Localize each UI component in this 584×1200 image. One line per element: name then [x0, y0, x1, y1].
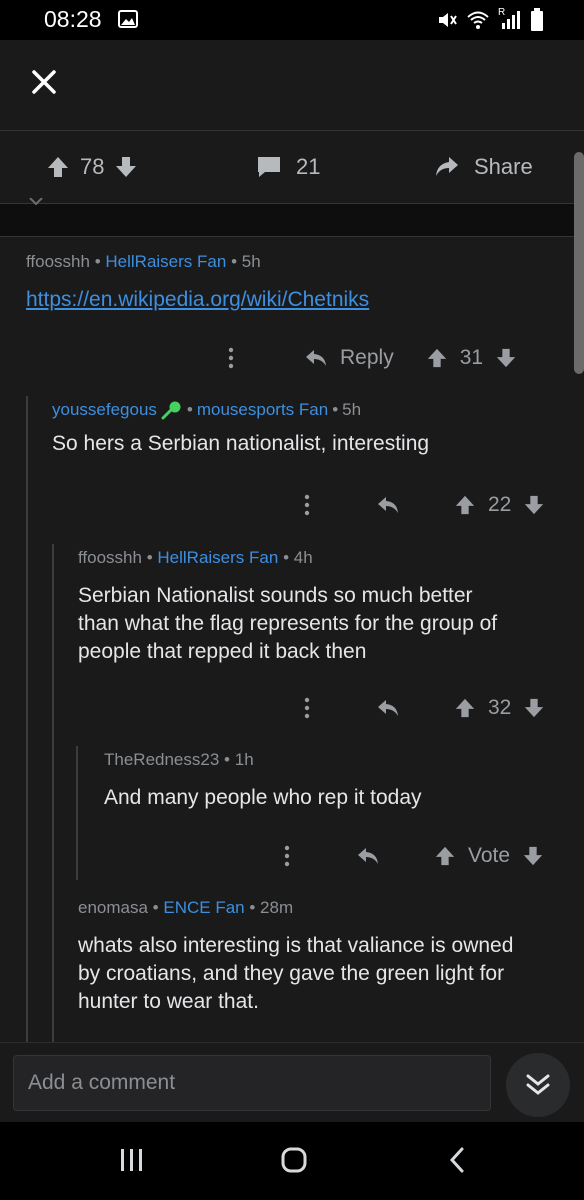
recent-apps-icon[interactable]	[118, 1146, 146, 1174]
home-icon[interactable]	[280, 1146, 308, 1174]
upvote-icon[interactable]	[454, 494, 476, 516]
thread-line-2[interactable]	[52, 544, 54, 1042]
comment-1: ffoosshh • HellRaisers Fan • 5h https://…	[26, 252, 369, 312]
status-time: 08:28	[44, 6, 102, 32]
post-vote-group: 78	[46, 131, 138, 203]
comment-meta: youssefegous • mousesports Fan • 5h	[52, 400, 362, 420]
more-options-icon[interactable]	[304, 697, 324, 719]
signal-label: R	[498, 7, 506, 18]
downvote-icon[interactable]	[523, 494, 545, 516]
post-score: 78	[80, 154, 105, 179]
more-options-icon[interactable]	[284, 845, 304, 867]
comment-author[interactable]: enomasa	[78, 898, 148, 917]
reply-button[interactable]: Reply	[304, 346, 394, 370]
post-action-bar: 78 21 Share	[0, 131, 584, 204]
comment-author[interactable]: ffoosshh	[78, 548, 142, 567]
user-flair: ENCE Fan	[163, 898, 245, 917]
comment-score: 31	[459, 346, 484, 369]
comment-placeholder: Add a comment	[28, 1071, 176, 1094]
comment-age: 1h	[234, 750, 254, 769]
upvote-icon[interactable]	[434, 845, 456, 867]
comment-text: whats also interesting is that valiance …	[78, 934, 514, 1013]
mute-icon	[436, 9, 458, 31]
comment-2-controls: 22	[304, 487, 545, 523]
more-options-icon[interactable]	[228, 347, 248, 369]
comment-age: 28m	[260, 898, 294, 917]
comment-5: enomasa • ENCE Fan • 28m whats also inte…	[78, 898, 513, 1016]
user-flair: HellRaisers Fan	[105, 252, 227, 271]
downvote-icon[interactable]	[523, 697, 545, 719]
close-icon[interactable]	[28, 66, 60, 98]
comment-1-controls: Reply 31	[228, 340, 517, 376]
wifi-icon	[466, 9, 490, 31]
comment-icon	[256, 155, 282, 179]
downvote-icon[interactable]	[495, 347, 517, 369]
thread-line-3[interactable]	[76, 746, 78, 880]
comment-age: 5h	[342, 400, 362, 419]
comment-link[interactable]: https://en.wikipedia.org/wiki/Chetniks	[26, 288, 369, 311]
status-bar: 08:28 R	[0, 0, 584, 40]
collapse-icon	[28, 198, 44, 208]
top-bar	[0, 40, 584, 131]
reply-icon[interactable]	[356, 846, 380, 866]
microphone-icon	[161, 400, 183, 420]
vote-label: Vote	[468, 844, 511, 867]
image-icon	[118, 10, 138, 28]
share-icon	[434, 155, 460, 179]
reply-icon[interactable]	[376, 698, 400, 718]
reply-icon[interactable]	[376, 495, 400, 515]
comment-text: So hers a Serbian nationalist, interesti…	[52, 432, 430, 455]
thread-line-1[interactable]	[26, 396, 28, 1042]
comments-count-button[interactable]: 21	[256, 131, 320, 203]
share-button[interactable]: Share	[434, 131, 533, 203]
comments-count: 21	[296, 154, 321, 179]
system-nav-bar	[0, 1122, 584, 1200]
comment-age: 5h	[241, 252, 261, 271]
back-icon[interactable]	[444, 1146, 472, 1174]
comment-meta: enomasa • ENCE Fan • 28m	[78, 898, 294, 917]
comment-4: TheRedness23 • 1h And many people who re…	[104, 750, 422, 812]
comment-score: 22	[488, 493, 512, 516]
comment-input[interactable]: Add a comment	[13, 1055, 491, 1111]
reply-label: Reply	[340, 346, 394, 369]
share-label: Share	[474, 154, 533, 179]
comment-score: 32	[488, 696, 512, 719]
comment-author[interactable]: ffoosshh	[26, 252, 90, 271]
comment-4-controls: Vote	[284, 838, 544, 874]
signal-icon: R	[498, 7, 522, 31]
comment-age: 4h	[293, 548, 313, 567]
comment-3-controls: 32	[304, 690, 545, 726]
comment-meta: ffoosshh • HellRaisers Fan • 5h	[26, 252, 261, 271]
downvote-icon[interactable]	[114, 155, 138, 179]
reply-icon	[304, 348, 328, 368]
upvote-icon[interactable]	[46, 155, 70, 179]
comment-meta: TheRedness23 • 1h	[104, 750, 254, 769]
more-options-icon[interactable]	[304, 494, 324, 516]
user-flair: mousesports Fan	[196, 400, 329, 419]
comment-author[interactable]: TheRedness23	[104, 750, 219, 769]
comment-text: Serbian Nationalist sounds so much bette…	[78, 584, 498, 663]
double-chevron-down-icon	[525, 1073, 551, 1097]
comment-bar: Add a comment	[0, 1042, 584, 1123]
scrollbar-thumb[interactable]	[574, 152, 584, 374]
user-flair: HellRaisers Fan	[157, 548, 279, 567]
comment-author[interactable]: youssefegous	[52, 400, 157, 420]
comment-3: ffoosshh • HellRaisers Fan • 4h Serbian …	[78, 548, 497, 666]
comment-2: youssefegous • mousesports Fan • 5h So h…	[52, 400, 429, 458]
upvote-icon[interactable]	[426, 347, 448, 369]
downvote-icon[interactable]	[522, 845, 544, 867]
next-comment-button[interactable]	[506, 1053, 570, 1117]
collapsed-divider	[0, 198, 584, 237]
upvote-icon[interactable]	[454, 697, 476, 719]
battery-icon	[530, 8, 544, 32]
comment-text: And many people who rep it today	[104, 786, 422, 809]
comment-meta: ffoosshh • HellRaisers Fan • 4h	[78, 548, 313, 567]
